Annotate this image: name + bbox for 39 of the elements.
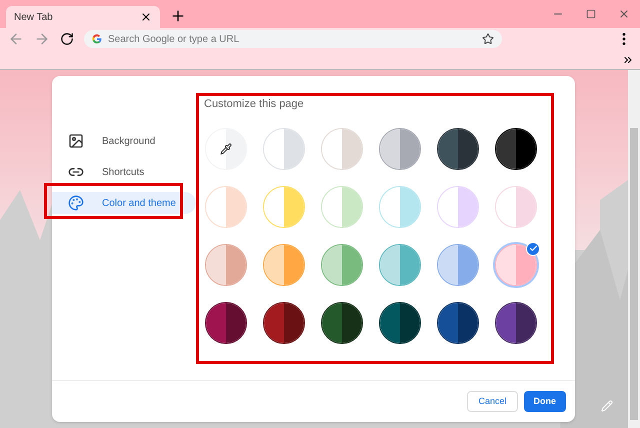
palette-icon: [68, 195, 84, 211]
theme-swatch[interactable]: [321, 302, 363, 344]
reload-icon[interactable]: [60, 32, 74, 46]
theme-swatch[interactable]: [495, 128, 537, 170]
check-icon: [526, 242, 540, 256]
star-icon[interactable]: [482, 33, 494, 45]
pencil-icon[interactable]: [601, 400, 613, 412]
theme-swatch[interactable]: [205, 302, 247, 344]
theme-swatch[interactable]: [263, 302, 305, 344]
sidebar-item[interactable]: Background: [52, 130, 196, 152]
cancel-button[interactable]: Cancel: [467, 391, 518, 412]
done-button[interactable]: Done: [524, 391, 566, 412]
address-bar[interactable]: Search Google or type a URL: [84, 30, 502, 48]
image-icon: [68, 133, 84, 149]
google-g-icon: [92, 34, 102, 44]
new-tab-icon[interactable]: [170, 8, 186, 24]
theme-swatch[interactable]: [437, 128, 479, 170]
theme-swatch[interactable]: [437, 302, 479, 344]
scrollbar[interactable]: [628, 70, 640, 428]
theme-swatch[interactable]: [263, 244, 305, 286]
address-input[interactable]: Search Google or type a URL: [108, 32, 476, 46]
browser-tab[interactable]: New Tab: [6, 6, 160, 28]
tab-title: New Tab: [14, 10, 53, 24]
theme-swatch[interactable]: [495, 302, 537, 344]
dialog-title: Customize this page: [204, 97, 305, 112]
theme-swatch[interactable]: [379, 244, 421, 286]
sidebar-item[interactable]: Shortcuts: [52, 161, 196, 183]
maximize-icon[interactable]: [586, 9, 596, 19]
theme-swatch[interactable]: [321, 244, 363, 286]
close-icon[interactable]: [140, 11, 152, 23]
scrollbar-thumb[interactable]: [630, 128, 638, 420]
theme-swatch[interactable]: [205, 244, 247, 286]
theme-swatch[interactable]: [379, 302, 421, 344]
back-icon[interactable]: [8, 31, 24, 47]
eyedropper-icon: [220, 142, 232, 154]
theme-swatch[interactable]: [379, 128, 421, 170]
forward-icon[interactable]: [34, 31, 50, 47]
sidebar-item[interactable]: Color and theme: [52, 192, 196, 214]
theme-swatch[interactable]: [437, 244, 479, 286]
